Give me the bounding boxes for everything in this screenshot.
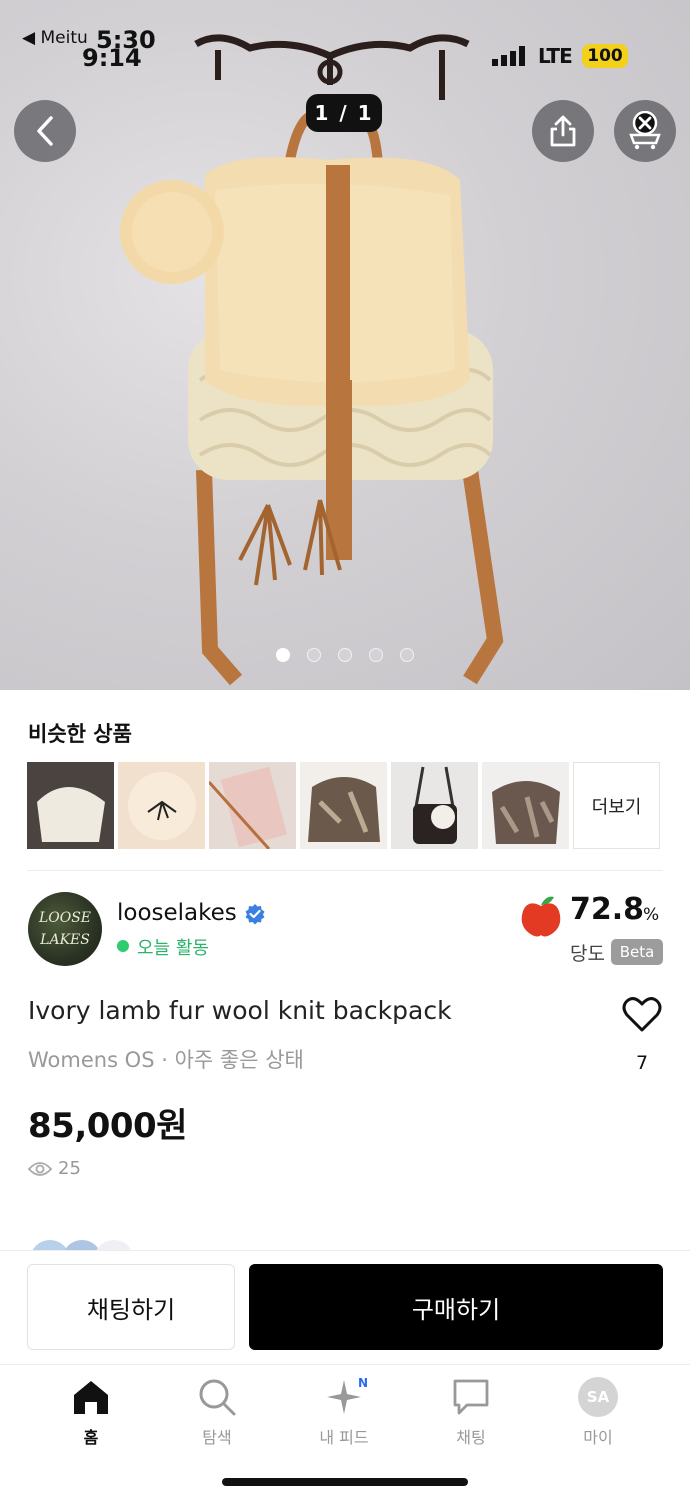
cart-button[interactable] bbox=[614, 100, 676, 162]
buy-button[interactable]: 구매하기 bbox=[249, 1264, 663, 1350]
tab-label: 홈 bbox=[83, 1428, 99, 1447]
pagination-dot[interactable] bbox=[369, 648, 383, 662]
back-button[interactable] bbox=[14, 100, 76, 162]
cart-close-icon bbox=[629, 111, 661, 150]
user-avatar: SA bbox=[578, 1377, 618, 1417]
chevron-left-icon bbox=[37, 116, 53, 146]
image-pagination bbox=[276, 648, 414, 662]
divider bbox=[27, 870, 663, 871]
similar-item-thumbnail[interactable] bbox=[118, 762, 205, 849]
tab-label: 탐색 bbox=[202, 1428, 232, 1447]
view-count: 25 bbox=[28, 1158, 81, 1179]
product-meta: Womens OS · 아주 좋은 상태 bbox=[28, 1048, 304, 1072]
tab-my-feed[interactable]: N 내 피드 bbox=[294, 1376, 394, 1448]
similar-item-thumbnail[interactable] bbox=[27, 762, 114, 849]
like-count: 7 bbox=[636, 1052, 649, 1074]
verified-badge-icon bbox=[245, 904, 265, 925]
seller-score-unit: % bbox=[643, 905, 660, 925]
share-button[interactable] bbox=[532, 100, 594, 162]
tab-chat[interactable]: 채팅 bbox=[421, 1376, 521, 1448]
status-time-ghost: 9:14 bbox=[82, 44, 142, 72]
tab-label: 마이 bbox=[583, 1428, 613, 1447]
avatar-logo-text: LOOSE bbox=[38, 910, 92, 926]
heart-icon[interactable] bbox=[622, 996, 662, 1034]
more-similar-button[interactable]: 더보기 bbox=[573, 762, 660, 849]
seller-score: 72.8 bbox=[570, 892, 645, 927]
search-icon bbox=[199, 1379, 236, 1416]
battery-indicator: 100 bbox=[582, 44, 628, 68]
view-count-value: 25 bbox=[58, 1158, 81, 1179]
chat-bubble-icon bbox=[453, 1379, 489, 1415]
signal-icon bbox=[492, 46, 525, 66]
online-status-dot bbox=[117, 940, 129, 952]
pagination-dot[interactable] bbox=[338, 648, 352, 662]
pagination-dot[interactable] bbox=[400, 648, 414, 662]
eye-icon bbox=[28, 1161, 52, 1176]
similar-item-thumbnail[interactable] bbox=[482, 762, 569, 849]
similar-item-thumbnail[interactable] bbox=[391, 762, 478, 849]
home-indicator bbox=[222, 1478, 468, 1486]
product-image[interactable]: ◀ Meitu 5:30 9:14 LTE 100 1 / 1 bbox=[0, 0, 690, 690]
seller-name[interactable]: looselakes bbox=[117, 900, 237, 926]
status-bar: ◀ Meitu 5:30 9:14 LTE 100 bbox=[0, 0, 690, 72]
seller-avatar[interactable]: LOOSE LAKES bbox=[28, 892, 102, 966]
apple-score-icon bbox=[521, 896, 561, 937]
tab-my[interactable]: SA 마이 bbox=[548, 1376, 648, 1448]
beta-badge: Beta bbox=[611, 939, 663, 965]
similar-item-thumbnail[interactable] bbox=[300, 762, 387, 849]
chat-button[interactable]: 채팅하기 bbox=[27, 1264, 235, 1350]
similar-items-title: 비슷한 상품 bbox=[28, 722, 132, 746]
tab-search[interactable]: 탐색 bbox=[167, 1376, 267, 1448]
pagination-dot[interactable] bbox=[307, 648, 321, 662]
seller-activity: 오늘 활동 bbox=[137, 938, 209, 959]
new-badge: N bbox=[358, 1376, 369, 1390]
product-title: Ivory lamb fur wool knit backpack bbox=[28, 996, 452, 1025]
tab-home[interactable]: 홈 bbox=[41, 1376, 141, 1448]
product-price: 85,000원 bbox=[28, 1106, 187, 1146]
divider bbox=[0, 1364, 690, 1365]
pagination-dot[interactable] bbox=[276, 648, 290, 662]
home-icon bbox=[74, 1381, 108, 1414]
similar-item-thumbnail[interactable] bbox=[209, 762, 296, 849]
back-to-app-link[interactable]: ◀ Meitu bbox=[22, 28, 88, 48]
tab-label: 내 피드 bbox=[319, 1428, 369, 1447]
tab-label: 채팅 bbox=[456, 1428, 486, 1447]
seller-score-label: 당도 bbox=[570, 943, 605, 965]
avatar-logo-text: LAKES bbox=[40, 932, 90, 948]
similar-items-row: 더보기 bbox=[27, 762, 660, 849]
share-icon bbox=[550, 115, 576, 147]
image-counter: 1 / 1 bbox=[306, 94, 382, 132]
network-type: LTE bbox=[538, 44, 573, 68]
